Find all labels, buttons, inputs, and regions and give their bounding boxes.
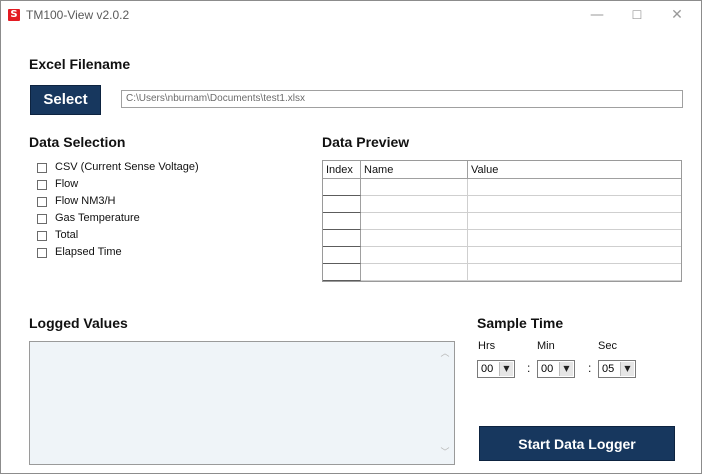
table-cell[interactable] bbox=[468, 213, 681, 230]
minutes-value: 00 bbox=[541, 363, 554, 375]
checkbox-label: Flow bbox=[55, 178, 79, 190]
title-bar: S TM100-View v2.0.2 — ☐ ✕ bbox=[1, 1, 701, 29]
seconds-label: Sec bbox=[598, 340, 617, 352]
time-separator: : bbox=[527, 361, 531, 375]
data-selection-heading: Data Selection bbox=[29, 134, 126, 150]
table-cell[interactable] bbox=[361, 264, 468, 281]
app-logo-icon: S bbox=[8, 9, 20, 21]
seconds-select[interactable]: 05 ▼ bbox=[598, 360, 636, 378]
excel-filename-heading: Excel Filename bbox=[29, 56, 131, 72]
row-header[interactable] bbox=[323, 247, 361, 264]
maximize-button[interactable]: ☐ bbox=[621, 1, 653, 29]
table-cell[interactable] bbox=[468, 264, 681, 281]
time-separator: : bbox=[588, 361, 592, 375]
row-header[interactable] bbox=[323, 179, 361, 196]
start-data-logger-button[interactable]: Start Data Logger bbox=[479, 426, 675, 461]
table-cell[interactable] bbox=[361, 230, 468, 247]
column-header-value[interactable]: Value bbox=[468, 161, 681, 179]
data-preview-heading: Data Preview bbox=[322, 134, 410, 150]
row-header[interactable] bbox=[323, 230, 361, 247]
minutes-label: Min bbox=[537, 340, 555, 352]
checkbox-box[interactable] bbox=[37, 214, 47, 224]
close-button[interactable]: ✕ bbox=[661, 1, 693, 29]
chevron-down-icon[interactable]: ▼ bbox=[620, 362, 634, 376]
table-cell[interactable] bbox=[361, 213, 468, 230]
select-file-button[interactable]: Select bbox=[30, 85, 101, 115]
row-header[interactable] bbox=[323, 196, 361, 213]
scroll-down-icon[interactable]: ﹀ bbox=[439, 445, 451, 458]
table-cell[interactable] bbox=[468, 179, 681, 196]
checkbox-label: Gas Temperature bbox=[55, 212, 140, 224]
table-cell[interactable] bbox=[468, 196, 681, 213]
file-path-field[interactable]: C:\Users\nburnam\Documents\test1.xlsx bbox=[121, 90, 683, 108]
seconds-value: 05 bbox=[602, 363, 615, 375]
checkbox-label: Flow NM3/H bbox=[55, 195, 116, 207]
row-header[interactable] bbox=[323, 264, 361, 281]
column-header-index[interactable]: Index bbox=[323, 161, 361, 179]
app-window: S TM100-View v2.0.2 — ☐ ✕ Excel Filename… bbox=[0, 0, 702, 474]
table-cell[interactable] bbox=[361, 247, 468, 264]
table-cell[interactable] bbox=[468, 247, 681, 264]
chevron-down-icon[interactable]: ▼ bbox=[499, 362, 513, 376]
hours-select[interactable]: 00 ▼ bbox=[477, 360, 515, 378]
data-preview-grid[interactable]: Index Name Value bbox=[322, 160, 682, 282]
sample-time-heading: Sample Time bbox=[477, 315, 564, 331]
checkbox-label: CSV (Current Sense Voltage) bbox=[55, 161, 199, 173]
table-cell[interactable] bbox=[361, 179, 468, 196]
minimize-button[interactable]: — bbox=[581, 1, 613, 29]
checkbox-box[interactable] bbox=[37, 231, 47, 241]
checkbox-box[interactable] bbox=[37, 197, 47, 207]
logged-values-heading: Logged Values bbox=[29, 315, 128, 331]
hours-label: Hrs bbox=[478, 340, 496, 352]
window-title: TM100-View v2.0.2 bbox=[26, 8, 130, 22]
row-header[interactable] bbox=[323, 213, 361, 230]
table-cell[interactable] bbox=[361, 196, 468, 213]
minutes-select[interactable]: 00 ▼ bbox=[537, 360, 575, 378]
checkbox-label: Total bbox=[55, 229, 79, 241]
scroll-up-icon[interactable]: ︿ bbox=[439, 346, 451, 359]
logged-values-textarea[interactable]: ︿ ﹀ bbox=[29, 341, 455, 465]
checkbox-label: Elapsed Time bbox=[55, 246, 122, 258]
checkbox-box[interactable] bbox=[37, 248, 47, 258]
checkbox-box[interactable] bbox=[37, 163, 47, 173]
table-cell[interactable] bbox=[468, 230, 681, 247]
hours-value: 00 bbox=[481, 363, 494, 375]
column-header-name[interactable]: Name bbox=[361, 161, 468, 179]
checkbox-box[interactable] bbox=[37, 180, 47, 190]
chevron-down-icon[interactable]: ▼ bbox=[559, 362, 573, 376]
